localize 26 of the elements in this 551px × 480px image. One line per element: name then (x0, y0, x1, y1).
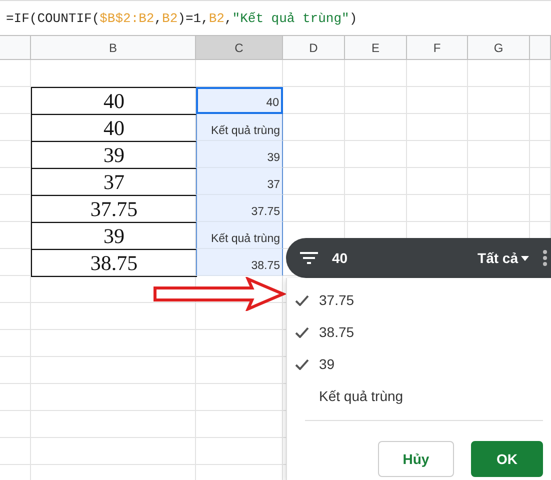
condition-dropdown[interactable]: Tất cả (478, 250, 529, 266)
filter-icon[interactable] (300, 252, 318, 264)
table-cell: 40 (196, 87, 283, 114)
caret-icon (521, 256, 529, 260)
table-cell: 38.75 (31, 249, 197, 277)
formula-text: =IF(COUNTIF($B$2:B2,B2)=1,B2,"Kết quả trùng") (6, 10, 358, 26)
ok-button[interactable]: OK (471, 441, 543, 477)
table-cell: Kết quả trùng (196, 114, 283, 141)
filter-option[interactable]: 37.75 (287, 284, 543, 316)
table-cell: 37.75 (196, 195, 283, 222)
cancel-button[interactable]: Hủy (378, 441, 454, 477)
filter-option[interactable]: 39 (287, 348, 543, 380)
column-header[interactable]: B (31, 36, 196, 60)
table-cell: 39 (196, 141, 283, 168)
column-header[interactable]: C (196, 36, 283, 60)
column-header[interactable]: D (283, 36, 345, 60)
table-cell: 38.75 (196, 249, 283, 276)
more-icon[interactable] (543, 250, 547, 266)
filter-option[interactable]: Kết quả trùng (287, 380, 543, 412)
column-header[interactable]: E (345, 36, 407, 60)
filter-value: 40 (332, 250, 349, 266)
column-header[interactable]: F (407, 36, 468, 60)
table-cell: 37 (196, 168, 283, 195)
filter-option[interactable]: 38.75 (287, 316, 543, 348)
table-cell: Kết quả trùng (196, 222, 283, 249)
column-header[interactable]: G (468, 36, 530, 60)
